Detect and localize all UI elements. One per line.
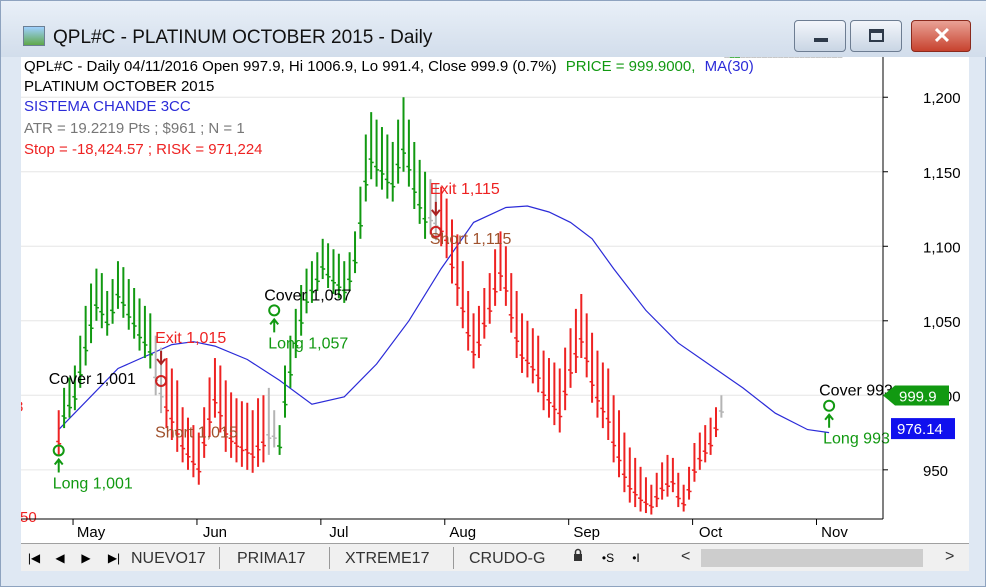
x-tick-label: Jul	[329, 524, 348, 541]
close-icon: ✕	[932, 23, 952, 48]
tab-separator	[219, 547, 220, 569]
cover-annotation: Cover 1,057	[264, 287, 351, 304]
y-tick-label: 1,100	[923, 239, 961, 256]
x-tick-label: Aug	[449, 524, 476, 541]
app-window: QPL#C - PLATINUM OCTOBER 2015 - Daily ✕ …	[0, 0, 986, 587]
tab-crudo[interactable]: CRUDO-G	[469, 548, 565, 570]
x-tick-label: May	[77, 524, 106, 541]
scroll-right-button[interactable]: >	[945, 548, 954, 566]
maximize-icon	[869, 29, 884, 42]
exit-arrow-icon	[431, 201, 441, 217]
entry-circle	[268, 304, 281, 317]
long-arrow-icon	[53, 457, 64, 473]
nav-last-button[interactable]: ▶|	[105, 548, 123, 568]
system-name: SISTEMA CHANDE 3CC	[24, 98, 191, 115]
price-label: 999.9	[899, 388, 937, 405]
x-tick-label: Nov	[821, 524, 848, 541]
y-tick-label: 1,150	[923, 165, 961, 182]
long-arrow-icon	[269, 317, 279, 333]
cover-annotation: Cover 993	[819, 383, 893, 400]
instrument-name: PLATINUM OCTOBER 2015	[24, 78, 214, 95]
edge-label: -50	[21, 509, 37, 526]
minimize-button[interactable]	[794, 20, 846, 52]
chart-icon	[23, 26, 45, 46]
horizontal-scroll-thumb[interactable]	[701, 549, 923, 567]
tab-separator	[453, 547, 454, 569]
price-chart[interactable]: Cover 1,001 Long 1,001 Exit 1,015 Short 1,0…	[21, 57, 969, 543]
exit-annotation: Exit 1,115	[430, 181, 500, 198]
x-tick-label: Jun	[203, 524, 227, 541]
close-button[interactable]: ✕	[911, 20, 971, 52]
header-price: PRICE = 999.9000,	[566, 58, 696, 75]
exit-annotation: Exit 1,015	[155, 330, 226, 347]
y-tick-label: 950	[923, 463, 948, 480]
header-ma: MA(30)	[705, 58, 754, 75]
nav-first-button[interactable]: |◀	[25, 548, 43, 568]
long-annotation: Long 1,057	[268, 335, 348, 352]
short-annotation: Short 1,015	[155, 425, 238, 442]
s-button[interactable]: •S	[595, 548, 621, 568]
sheet-tab-bar: |◀ ◀ ▶ ▶| NUEVO17 PRIMA17 XTREME17 CRUDO…	[21, 543, 969, 571]
tab-nuevo17[interactable]: NUEVO17	[131, 548, 206, 570]
x-tick-label: Oct	[699, 524, 723, 541]
short-annotation: Short 1,115	[430, 231, 512, 248]
chart-area[interactable]: Cover 1,001 Long 1,001 Exit 1,015 Short 1,0…	[21, 57, 969, 543]
y-tick-label: 1,200	[923, 90, 961, 107]
edge-label: 3	[21, 399, 23, 416]
maximize-button[interactable]	[850, 20, 902, 52]
tab-xtreme17[interactable]: XTREME17	[345, 548, 429, 570]
long-annotation: Long 993	[823, 431, 890, 448]
tab-separator	[329, 547, 330, 569]
header-ohlc: QPL#C - Daily 04/11/2016 Open 997.9, Hi …	[24, 58, 557, 75]
atr-line: ATR = 19.2219 Pts ; $961 ; N = 1	[24, 120, 245, 137]
nav-next-button[interactable]: ▶	[77, 548, 95, 568]
y-tick-label: 1,050	[923, 314, 961, 331]
stop-risk-line: Stop = -18,424.57 ; RISK = 971,224	[24, 141, 263, 158]
long-annotation: Long 1,001	[53, 475, 133, 492]
tab-prima17[interactable]: PRIMA17	[237, 548, 305, 570]
title-bar[interactable]: QPL#C - PLATINUM OCTOBER 2015 - Daily ✕	[1, 1, 986, 57]
ma-label: 976.14	[897, 421, 943, 438]
nav-prev-button[interactable]: ◀	[51, 548, 69, 568]
chart-header: QPL#C - Daily 04/11/2016 Open 997.9, Hi …	[24, 58, 754, 75]
i-button[interactable]: •I	[623, 548, 649, 568]
exit-arrow-icon	[156, 350, 166, 366]
x-tick-label: Sep	[573, 524, 600, 541]
lock-icon[interactable]	[569, 548, 587, 568]
scroll-left-button[interactable]: <	[681, 548, 690, 566]
minimize-icon	[814, 38, 828, 42]
cover-annotation: Cover 1,001	[49, 371, 136, 388]
entry-circle	[823, 399, 836, 412]
long-arrow-icon	[824, 413, 834, 428]
window-title: QPL#C - PLATINUM OCTOBER 2015 - Daily	[53, 27, 433, 48]
